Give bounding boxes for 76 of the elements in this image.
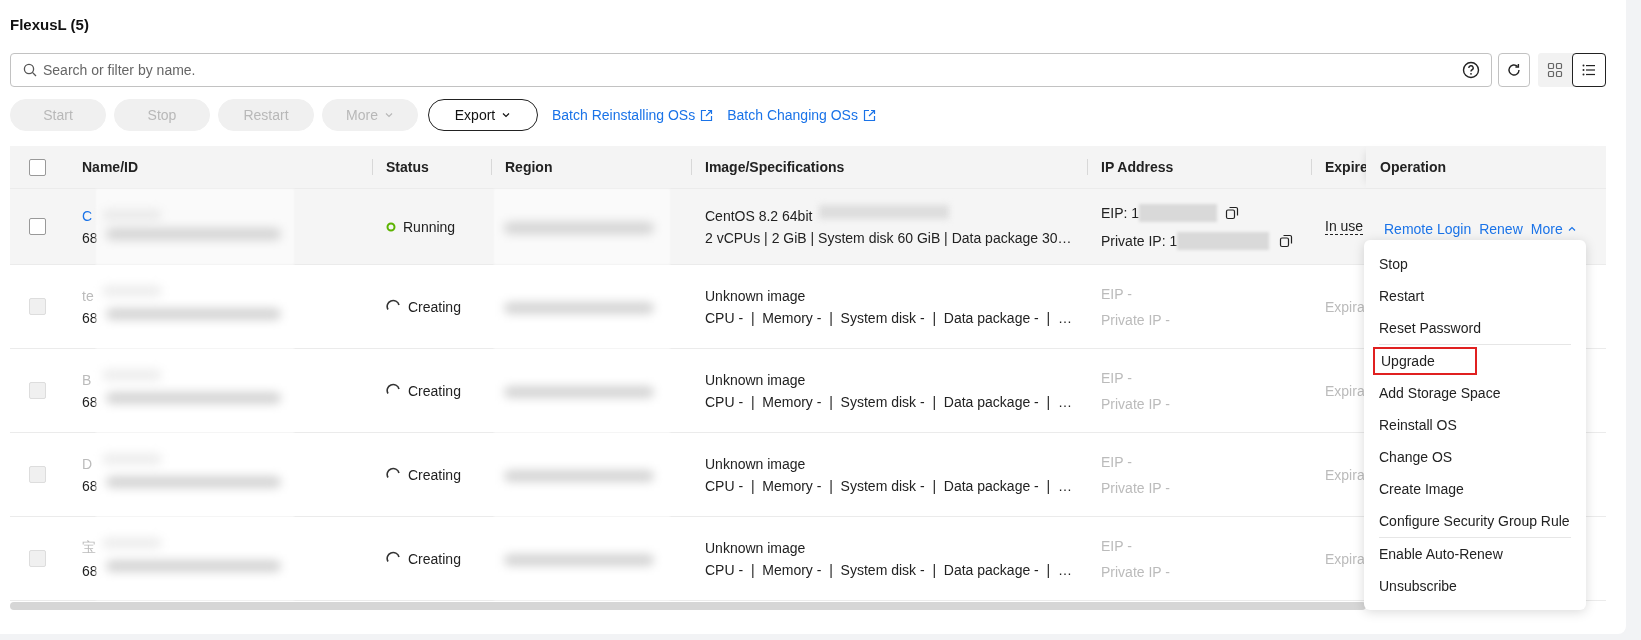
instance-name[interactable]: C	[82, 207, 93, 224]
expiration-text: Expira	[1325, 382, 1365, 399]
expiration-text: Expira	[1325, 298, 1365, 315]
row-checkbox[interactable]	[29, 218, 46, 235]
column-header: Image/Specifications	[705, 159, 845, 175]
menu-item[interactable]: Create Image	[1379, 473, 1571, 505]
status-label: Creating	[386, 298, 461, 315]
eip-label: EIP -	[1101, 285, 1132, 302]
instance-id: 68	[82, 393, 98, 410]
instance-id: 68	[82, 309, 98, 326]
list-view-button[interactable]	[1572, 53, 1606, 87]
specifications-text: CPU - | Memory - | System disk - | Data package - | …	[705, 393, 1072, 410]
column-header: Operation	[1380, 159, 1447, 175]
private-ip-label: Private IP -	[1101, 395, 1170, 412]
scrollbar[interactable]	[10, 602, 1366, 610]
instance-id: 68	[82, 477, 98, 494]
instance-id: 68	[82, 562, 98, 579]
refresh-button[interactable]	[1498, 53, 1530, 87]
image-name: Unknown image	[705, 455, 806, 472]
menu-item[interactable]: Unsubscribe	[1379, 570, 1571, 602]
column-header: Region	[505, 159, 553, 175]
chevron-down-icon	[501, 110, 512, 120]
menu-item[interactable]: Add Storage Space	[1379, 377, 1571, 409]
toolbar-button[interactable]: Export	[428, 99, 538, 131]
image-name: CentOS 8.2 64bit	[705, 207, 813, 224]
expiration-text: Expira	[1325, 550, 1365, 567]
image-name: Unknown image	[705, 371, 806, 388]
menu-item[interactable]: Reset Password	[1379, 312, 1571, 345]
expiration-text: Expira	[1325, 466, 1365, 483]
copy-icon[interactable]	[1279, 233, 1294, 248]
operation-link[interactable]: Remote Login	[1384, 220, 1472, 237]
instance-id: 68	[82, 229, 98, 246]
list-icon	[1581, 62, 1597, 78]
menu-item[interactable]: Reinstall OS	[1379, 409, 1571, 441]
private-ip-label: Private IP -	[1101, 563, 1170, 580]
menu-item[interactable]: Change OS	[1379, 441, 1571, 473]
page-title: FlexusL (5)	[10, 15, 90, 35]
status-label: Creating	[386, 382, 461, 399]
status-label: Creating	[386, 466, 461, 483]
external-link-icon	[862, 108, 876, 122]
eip-label: EIP -	[1101, 369, 1132, 386]
grid-icon	[1547, 62, 1563, 78]
private-ip-label: Private IP: 1	[1101, 232, 1178, 249]
external-link-icon	[700, 108, 714, 122]
menu-item[interactable]: Enable Auto-Renew	[1379, 538, 1571, 570]
refresh-icon	[1506, 62, 1522, 78]
operation-link[interactable]: More	[1530, 220, 1577, 237]
eip-label: EIP: 1	[1101, 204, 1140, 221]
select-all-checkbox[interactable]	[29, 158, 46, 176]
column-header: IP Address	[1101, 159, 1174, 175]
external-link[interactable]: Batch Reinstalling OSs	[552, 107, 714, 123]
column-header: Name/ID	[82, 159, 139, 175]
menu-item[interactable]: Configure Security Group Rule	[1379, 505, 1571, 538]
status-label: Running	[386, 218, 456, 235]
eip-label: EIP -	[1101, 453, 1132, 470]
chevron-down-icon	[383, 110, 394, 120]
eip-label: EIP -	[1101, 537, 1132, 554]
operation-link[interactable]: Renew	[1479, 220, 1523, 237]
specifications-text: 2 vCPUs | 2 GiB | System disk 60 GiB | Data package 30…	[705, 229, 1072, 246]
menu-item[interactable]: Restart	[1379, 280, 1571, 312]
status-label: Creating	[386, 550, 461, 567]
help-icon[interactable]	[1462, 61, 1480, 79]
menu-item[interactable]: Upgrade	[1373, 347, 1477, 375]
specifications-text: CPU - | Memory - | System disk - | Data package - | …	[705, 309, 1072, 326]
private-ip-label: Private IP -	[1101, 479, 1170, 496]
specifications-text: CPU - | Memory - | System disk - | Data package - | …	[705, 561, 1072, 578]
specifications-text: CPU - | Memory - | System disk - | Data package - | …	[705, 477, 1072, 494]
image-name: Unknown image	[705, 539, 806, 556]
private-ip-label: Private IP -	[1101, 311, 1170, 328]
copy-icon[interactable]	[1225, 205, 1240, 220]
search-field[interactable]: Search or filter by name.	[10, 53, 1492, 87]
search-icon	[23, 63, 37, 77]
column-header: Status	[386, 159, 429, 175]
image-name: Unknown image	[705, 287, 806, 304]
expiration-text: In use	[1325, 218, 1364, 235]
external-link[interactable]: Batch Changing OSs	[727, 107, 876, 123]
